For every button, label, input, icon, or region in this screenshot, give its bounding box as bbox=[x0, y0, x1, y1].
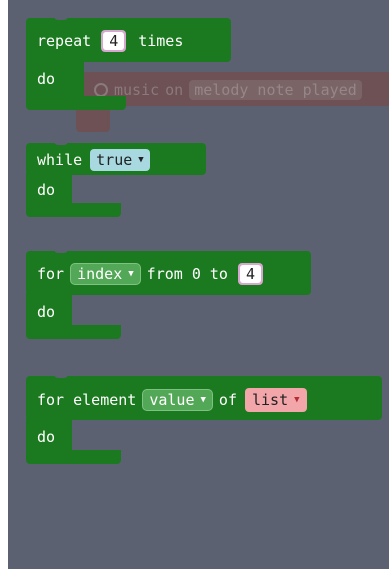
while-block-foot bbox=[26, 203, 121, 217]
for-element-block-foot bbox=[26, 450, 121, 464]
repeat-block[interactable]: repeat 4 times do bbox=[26, 16, 231, 110]
for-element-block[interactable]: for element value ▼ of list ▼ do bbox=[26, 374, 382, 464]
for-element-block-row: for element value ▼ of list ▼ bbox=[37, 388, 307, 412]
caret-down-icon: ▼ bbox=[128, 269, 134, 279]
while-do-keyword: do bbox=[37, 181, 56, 199]
caret-down-icon: ▼ bbox=[200, 395, 206, 405]
for-block-notch bbox=[54, 249, 68, 253]
for-upper-value[interactable]: 4 bbox=[239, 265, 261, 283]
while-keyword: while bbox=[37, 151, 83, 169]
for-variable-value: index bbox=[77, 265, 123, 283]
for-element-do-keyword: do bbox=[37, 428, 56, 446]
for-block[interactable]: for index ▼ from 0 to 4 do bbox=[26, 249, 311, 339]
for-element-do-row: do bbox=[37, 428, 55, 446]
while-condition-value: true bbox=[96, 151, 133, 169]
while-block-notch bbox=[54, 141, 68, 145]
toolbox-flyout: music on melody note played repeat 4 tim… bbox=[8, 0, 389, 569]
for-element-block-notch bbox=[54, 374, 68, 378]
for-element-keyword: for element bbox=[37, 391, 137, 409]
of-keyword: of bbox=[218, 391, 237, 409]
repeat-block-notch bbox=[54, 16, 68, 20]
for-element-list-dropdown[interactable]: list ▼ bbox=[244, 388, 307, 412]
for-keyword: for bbox=[37, 265, 65, 283]
while-condition-dropdown[interactable]: true ▼ bbox=[90, 149, 150, 171]
caret-down-icon: ▼ bbox=[138, 155, 144, 165]
for-element-list-value: list bbox=[251, 391, 289, 409]
repeat-block-row: repeat 4 times bbox=[37, 30, 183, 52]
while-block[interactable]: while true ▼ do bbox=[26, 141, 206, 217]
caret-down-icon: ▼ bbox=[294, 395, 300, 405]
repeat-do-keyword: do bbox=[37, 70, 56, 88]
for-block-foot bbox=[26, 325, 121, 339]
repeat-block-foot bbox=[26, 96, 126, 110]
repeat-keyword: repeat bbox=[37, 32, 92, 50]
for-element-variable-value: value bbox=[149, 391, 195, 409]
for-block-row: for index ▼ from 0 to 4 bbox=[37, 263, 267, 285]
from-to-keyword: from 0 to bbox=[146, 265, 228, 283]
for-do-keyword: do bbox=[37, 303, 56, 321]
repeat-count-input[interactable]: 4 bbox=[101, 30, 127, 52]
while-do-row: do bbox=[37, 181, 55, 199]
while-block-row: while true ▼ bbox=[37, 149, 150, 171]
for-upper-input[interactable]: 4 bbox=[237, 263, 263, 285]
repeat-count-value[interactable]: 4 bbox=[103, 32, 125, 50]
repeat-do-row: do bbox=[37, 70, 55, 88]
times-keyword: times bbox=[138, 32, 184, 50]
for-element-variable-dropdown[interactable]: value ▼ bbox=[142, 389, 213, 411]
for-do-row: do bbox=[37, 303, 55, 321]
for-variable-dropdown[interactable]: index ▼ bbox=[70, 263, 141, 285]
